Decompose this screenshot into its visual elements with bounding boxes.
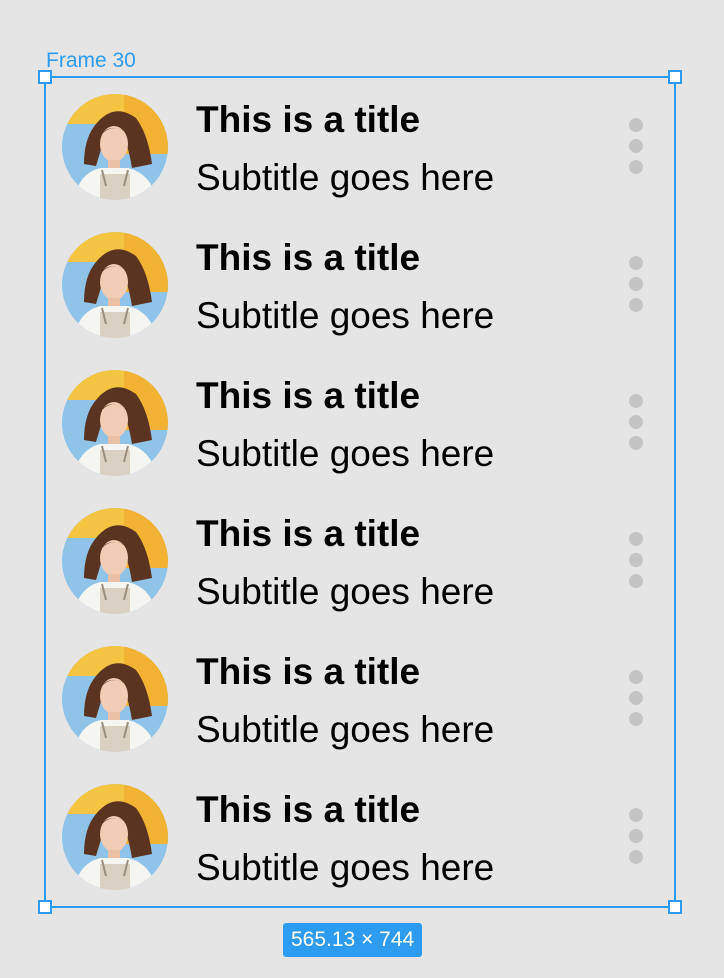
more-vertical-icon[interactable]: [628, 808, 644, 868]
dot: [629, 394, 643, 408]
list-item[interactable]: This is a title Subtitle goes here: [46, 216, 674, 354]
item-title: This is a title: [196, 99, 421, 140]
dot: [629, 436, 643, 450]
avatar: [62, 784, 168, 890]
dot: [629, 256, 643, 270]
dot: [629, 574, 643, 588]
dot: [629, 277, 643, 291]
dot: [629, 829, 643, 843]
more-vertical-icon[interactable]: [628, 670, 644, 730]
more-vertical-icon[interactable]: [628, 256, 644, 316]
list-item[interactable]: This is a title Subtitle goes here: [46, 78, 674, 216]
avatar-photo: [62, 94, 168, 200]
item-title: This is a title: [196, 513, 421, 554]
dot: [629, 670, 643, 684]
item-subtitle: Subtitle goes here: [196, 157, 495, 198]
frame-label[interactable]: Frame 30: [46, 49, 136, 73]
dot: [629, 712, 643, 726]
frame-30[interactable]: This is a title Subtitle goes here This …: [38, 70, 682, 914]
avatar: [62, 232, 168, 338]
item-title: This is a title: [196, 651, 421, 692]
list-item[interactable]: This is a title Subtitle goes here: [46, 492, 674, 630]
list-item[interactable]: This is a title Subtitle goes here: [46, 354, 674, 492]
item-subtitle: Subtitle goes here: [196, 709, 495, 750]
dot: [629, 298, 643, 312]
avatar-photo: [62, 646, 168, 752]
list-item[interactable]: This is a title Subtitle goes here: [46, 768, 674, 906]
dot: [629, 139, 643, 153]
avatar: [62, 508, 168, 614]
dot: [629, 553, 643, 567]
avatar-photo: [62, 508, 168, 614]
item-subtitle: Subtitle goes here: [196, 433, 495, 474]
item-subtitle: Subtitle goes here: [196, 571, 495, 612]
item-subtitle: Subtitle goes here: [196, 847, 495, 888]
design-canvas: Frame 30 This is a title Subtitle goes h…: [0, 0, 724, 978]
dot: [629, 691, 643, 705]
dot: [629, 160, 643, 174]
more-vertical-icon[interactable]: [628, 532, 644, 592]
more-vertical-icon[interactable]: [628, 118, 644, 178]
item-subtitle: Subtitle goes here: [196, 295, 495, 336]
dot: [629, 415, 643, 429]
avatar-photo: [62, 232, 168, 338]
avatar: [62, 94, 168, 200]
dot: [629, 118, 643, 132]
more-vertical-icon[interactable]: [628, 394, 644, 454]
item-title: This is a title: [196, 375, 421, 416]
dot: [629, 808, 643, 822]
dot: [629, 532, 643, 546]
avatar-photo: [62, 370, 168, 476]
avatar: [62, 646, 168, 752]
dot: [629, 850, 643, 864]
list-item[interactable]: This is a title Subtitle goes here: [46, 630, 674, 768]
dimensions-badge: 565.13 × 744: [283, 923, 423, 957]
item-title: This is a title: [196, 237, 421, 278]
item-title: This is a title: [196, 789, 421, 830]
avatar: [62, 370, 168, 476]
avatar-photo: [62, 784, 168, 890]
